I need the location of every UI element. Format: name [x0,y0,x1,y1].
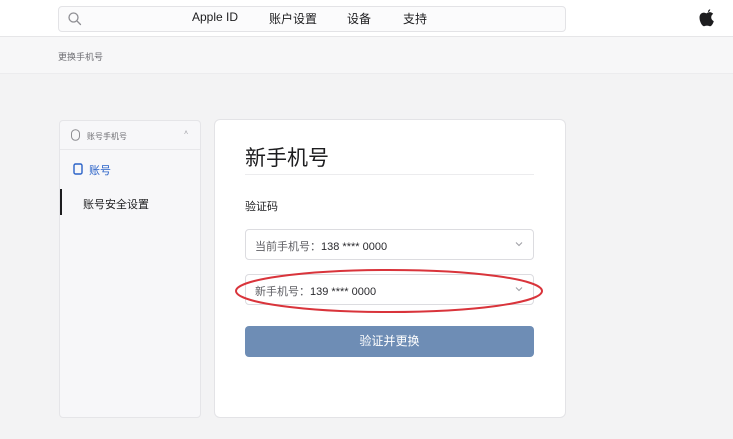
verify-and-change-button[interactable]: 验证并更换 [245,326,534,357]
field-text: 当前手机号：138 **** 0000 [255,238,387,254]
sidebar-item-label: 账号安全设置 [83,199,149,211]
nav-link-support[interactable]: 支持 [403,10,427,27]
sidebar-section-label: 账号 [89,165,111,177]
search-icon [68,12,82,26]
sidebar-header-label: 账号手机号 [87,132,127,141]
active-indicator [60,189,62,215]
field-value: 138 **** 0000 [321,241,388,253]
breadcrumb: 更换手机号 [58,52,104,62]
field-label: 当前手机号： [255,241,321,253]
chevron-down-icon [515,242,523,247]
divider [245,174,534,175]
nav-link-devices[interactable]: 设备 [347,10,371,27]
nav-link-account-settings[interactable]: 账户设置 [269,10,317,27]
phone-icon [71,129,80,141]
page-title: 新手机号 [245,147,329,170]
apple-logo-icon[interactable] [698,8,716,28]
chevron-up-icon[interactable]: ˄ [184,130,188,137]
sidebar: 账号手机号 ˄ 账号 账号安全设置 [59,120,201,418]
nav-link-apple-id[interactable]: Apple ID [192,10,238,24]
sidebar-header[interactable]: 账号手机号 ˄ [60,121,200,150]
verification-code-label: 验证码 [245,201,278,213]
top-nav-bar: Apple ID 账户设置 设备 支持 [0,0,733,37]
current-phone-select[interactable]: 当前手机号：138 **** 0000 [245,229,534,260]
sidebar-item-security-settings[interactable]: 账号安全设置 [60,189,200,215]
breadcrumb-bar: 更换手机号 [0,37,733,74]
device-icon [73,163,83,175]
highlight-annotation [235,269,543,313]
